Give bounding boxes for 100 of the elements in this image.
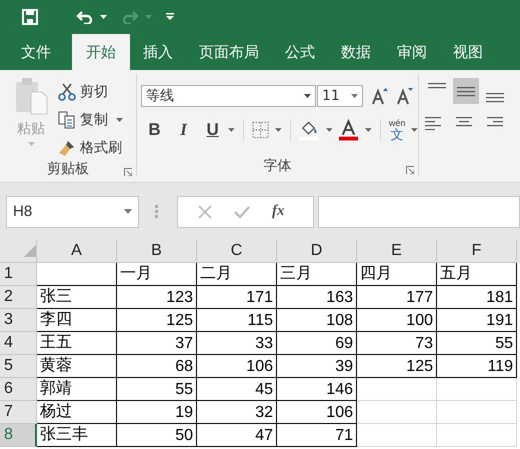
copy-icon[interactable]: [58, 111, 76, 129]
table-cell: 181: [437, 286, 517, 309]
font-name-field[interactable]: 等线: [141, 85, 316, 107]
ribbon-tab[interactable]: 视图: [440, 34, 496, 70]
table-cell: 四月: [357, 263, 437, 286]
table-cell: 37: [117, 332, 197, 355]
brush-icon[interactable]: [58, 139, 76, 157]
copy-label[interactable]: 复制: [80, 111, 108, 129]
table-cell: 106: [197, 355, 277, 378]
ribbon-tab[interactable]: 文件: [8, 34, 64, 70]
font-color-icon[interactable]: [338, 119, 360, 141]
table-cell: 五月: [437, 263, 517, 286]
table-cell: 50: [117, 424, 197, 447]
ribbon-tab[interactable]: 插入: [130, 34, 186, 70]
table-cell: 125: [117, 309, 197, 332]
caret-icon[interactable]: [228, 128, 235, 132]
table-cell: 王五: [37, 332, 117, 355]
underline-button[interactable]: U: [203, 120, 222, 140]
table-cell: 100: [357, 309, 437, 332]
table-cell: 68: [117, 355, 197, 378]
grow-font-icon[interactable]: [372, 87, 388, 105]
borders-icon[interactable]: [252, 121, 269, 139]
group-label: 剪贴板: [47, 160, 89, 178]
row-header[interactable]: 6: [0, 378, 37, 401]
group-label: 字体: [264, 157, 292, 175]
column-header[interactable]: E: [357, 240, 437, 263]
table-cell: 杨过: [37, 401, 117, 424]
ribbon-tab[interactable]: 数据: [328, 34, 384, 70]
row-header[interactable]: 2: [0, 286, 37, 309]
table-cell: 191: [437, 309, 517, 332]
name-box[interactable]: H8: [6, 196, 139, 228]
caret-icon[interactable]: [326, 128, 332, 132]
fill-color-icon[interactable]: [298, 119, 320, 141]
table-cell: 李四: [37, 309, 117, 332]
ribbon-tab[interactable]: 开始: [72, 34, 130, 70]
bold-button[interactable]: B: [145, 120, 164, 140]
row-header[interactable]: 4: [0, 332, 37, 355]
caret-icon[interactable]: [274, 128, 282, 132]
italic-button[interactable]: I: [174, 120, 194, 140]
table-cell: 45: [197, 378, 277, 401]
table-cell: 一月: [117, 263, 197, 286]
dialog-launcher-icon[interactable]: [406, 166, 414, 174]
table-cell: 115: [197, 309, 277, 332]
formula-input[interactable]: [318, 196, 520, 228]
table-cell: 33: [197, 332, 277, 355]
align-left-icon[interactable]: [425, 116, 443, 130]
row-header[interactable]: 1: [0, 263, 37, 286]
caret-icon[interactable]: [116, 118, 123, 122]
column-header[interactable]: A: [37, 240, 117, 263]
row-header[interactable]: 7: [0, 401, 37, 424]
column-header[interactable]: F: [437, 240, 517, 263]
insert-function-button[interactable]: fx: [272, 203, 284, 220]
caret-icon[interactable]: [351, 94, 358, 98]
dialog-launcher-icon[interactable]: [124, 168, 132, 176]
table-cell: 106: [277, 401, 357, 424]
caret-icon[interactable]: [304, 94, 311, 98]
grip-icon: [155, 204, 159, 218]
undo-icon[interactable]: [76, 10, 94, 24]
scissors-icon[interactable]: [58, 83, 76, 101]
table-cell: 119: [437, 355, 517, 378]
table-cell: 69: [277, 332, 357, 355]
table-cell: 47: [197, 424, 277, 447]
table-cell: 108: [277, 309, 357, 332]
ribbon-tab[interactable]: 公式: [272, 34, 328, 70]
table-cell: 123: [117, 286, 197, 309]
caret-icon[interactable]: [124, 209, 132, 214]
caret-icon[interactable]: [411, 128, 418, 132]
customize-icon[interactable]: [166, 13, 174, 21]
caret-icon[interactable]: [365, 128, 372, 132]
phonetic-guide-button[interactable]: wén 文: [388, 119, 406, 141]
save-icon[interactable]: [22, 9, 38, 25]
table-cell: 125: [357, 355, 437, 378]
column-header[interactable]: D: [277, 240, 357, 263]
table-cell: 二月: [197, 263, 277, 286]
ribbon-tab[interactable]: 审阅: [384, 34, 440, 70]
format-painter-label[interactable]: 格式刷: [80, 139, 122, 157]
font-size-field[interactable]: 11: [317, 85, 363, 107]
table-cell: 55: [117, 378, 197, 401]
shrink-font-icon[interactable]: [397, 87, 413, 105]
row-header[interactable]: 3: [0, 309, 37, 332]
table-cell: 张三: [37, 286, 117, 309]
table-cell: 张三丰: [37, 424, 117, 447]
align-middle-icon[interactable]: [453, 78, 479, 104]
table-cell: 39: [277, 355, 357, 378]
caret-icon[interactable]: [100, 15, 107, 19]
table-cell: 郭靖: [37, 378, 117, 401]
checkmark-icon[interactable]: [234, 204, 250, 218]
table-cell: 黄蓉: [37, 355, 117, 378]
ribbon-tab[interactable]: 页面布局: [186, 34, 272, 70]
table-cell: 177: [357, 286, 437, 309]
row-header[interactable]: 5: [0, 355, 37, 378]
table-cell: 三月: [277, 263, 357, 286]
column-header[interactable]: B: [117, 240, 197, 263]
row-header[interactable]: 8: [0, 424, 37, 447]
table-cell: 32: [197, 401, 277, 424]
table-cell: 171: [197, 286, 277, 309]
cut-label[interactable]: 剪切: [80, 83, 108, 101]
column-header[interactable]: C: [197, 240, 277, 263]
table-cell: 55: [437, 332, 517, 355]
table-cell: 71: [277, 424, 357, 447]
